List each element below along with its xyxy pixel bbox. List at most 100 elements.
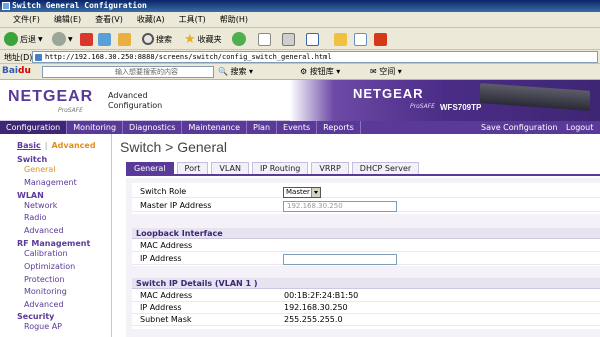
nav-monitoring[interactable]: Monitoring bbox=[67, 121, 124, 134]
media-icon[interactable] bbox=[232, 32, 246, 46]
tab-ip-routing[interactable]: IP Routing bbox=[251, 162, 309, 174]
loopback-ip-row: IP Address bbox=[132, 253, 600, 265]
banner-logo: NETGEAR bbox=[353, 86, 424, 101]
back-button[interactable]: 后退 ▼ bbox=[4, 31, 43, 47]
folder-icon[interactable] bbox=[334, 33, 347, 46]
baidu-search-input[interactable]: 输入想要搜索的内容 bbox=[42, 66, 214, 78]
forward-button[interactable]: ▼ bbox=[52, 31, 73, 47]
leftnav-item-optimization[interactable]: Optimization bbox=[24, 262, 75, 271]
leftnav-item-rf-advanced[interactable]: Advanced bbox=[24, 300, 64, 309]
switch-role-select[interactable]: Master bbox=[283, 187, 321, 198]
loopback-mac-row: MAC Address bbox=[132, 240, 600, 252]
chevron-down-icon[interactable] bbox=[311, 188, 320, 197]
leftnav-item-calibration[interactable]: Calibration bbox=[24, 249, 68, 258]
search-button[interactable]: 搜索 bbox=[142, 31, 172, 47]
search-icon bbox=[142, 33, 154, 45]
loopback-ip-input[interactable] bbox=[283, 254, 397, 265]
menu-bar: 文件(F) 编辑(E) 查看(V) 收藏(A) 工具(T) 帮助(H) bbox=[0, 12, 600, 28]
leftnav-item-network[interactable]: Network bbox=[24, 201, 57, 210]
home-icon[interactable] bbox=[118, 33, 131, 46]
subnet-mask-row: Subnet Mask 255.255.255.0 bbox=[132, 314, 600, 326]
page-title: Switch > General bbox=[120, 139, 227, 155]
ie-window-icon bbox=[2, 2, 10, 10]
menu-tools[interactable]: 工具(T) bbox=[172, 14, 213, 25]
switch-ip-header: Switch IP Details (VLAN 1 ) bbox=[132, 278, 600, 289]
switch-mac-label: MAC Address bbox=[140, 291, 193, 300]
forward-dropdown-icon[interactable]: ▼ bbox=[68, 36, 73, 43]
device-image bbox=[480, 83, 590, 111]
leftnav-item-radio[interactable]: Radio bbox=[24, 213, 46, 222]
nav-maintenance[interactable]: Maintenance bbox=[182, 121, 247, 134]
baidu-ie-button[interactable]: ⚙ 按钮库 ▾ bbox=[300, 66, 340, 78]
browser-toolbar: 后退 ▼ ▼ 搜索 ★ 收藏夹 bbox=[0, 28, 600, 50]
back-dropdown-icon[interactable]: ▼ bbox=[38, 36, 43, 43]
nav-configuration[interactable]: Configuration bbox=[0, 121, 68, 134]
tab-dhcp-server[interactable]: DHCP Server bbox=[351, 162, 420, 174]
master-ip-input[interactable]: 192.168.30.250 bbox=[283, 201, 397, 212]
leftnav-item-rogue-ap[interactable]: Rogue AP bbox=[24, 322, 62, 331]
forward-arrow-icon bbox=[52, 32, 66, 46]
master-ip-label: Master IP Address bbox=[140, 201, 212, 210]
banner-prosafe: ProSAFE bbox=[410, 103, 435, 110]
nav-reports[interactable]: Reports bbox=[317, 121, 361, 134]
window-title-bar: Switch General Configuration bbox=[0, 0, 600, 12]
switch-mac-value: 00:1B:2F:24:B1:50 bbox=[284, 291, 359, 300]
menu-favorites[interactable]: 收藏(A) bbox=[130, 14, 172, 25]
leftnav-item-protection[interactable]: Protection bbox=[24, 275, 64, 284]
tab-vlan[interactable]: VLAN bbox=[211, 162, 249, 174]
baidu-search-button[interactable]: 🔍 搜索 ▾ bbox=[218, 66, 253, 78]
leftnav-item-general[interactable]: General bbox=[24, 165, 56, 174]
refresh-icon[interactable] bbox=[98, 33, 111, 46]
loopback-mac-label: MAC Address bbox=[140, 241, 193, 250]
advanced-mode-link[interactable]: Advanced bbox=[51, 141, 95, 150]
switch-mac-row: MAC Address 00:1B:2F:24:B1:50 bbox=[132, 290, 600, 302]
address-bar: 地址(D) http://192.168.30.250:8888/screens… bbox=[0, 50, 600, 64]
basic-mode-link[interactable]: Basic bbox=[17, 141, 41, 150]
subnet-mask-value: 255.255.255.0 bbox=[284, 315, 343, 324]
leftnav-item-monitoring[interactable]: Monitoring bbox=[24, 287, 67, 296]
tab-vrrp[interactable]: VRRP bbox=[311, 162, 349, 174]
nav-events[interactable]: Events bbox=[277, 121, 318, 134]
nav-plan[interactable]: Plan bbox=[247, 121, 278, 134]
app-title: Advanced Configuration bbox=[108, 91, 163, 110]
edit-icon[interactable] bbox=[306, 33, 319, 46]
stop-icon[interactable] bbox=[80, 33, 93, 46]
switch-ip-value: 192.168.30.250 bbox=[284, 303, 348, 312]
favorites-star-icon: ★ bbox=[184, 31, 196, 47]
loopback-ip-label: IP Address bbox=[140, 254, 182, 263]
section-switch: Switch bbox=[17, 155, 48, 164]
toolbar-addon-icon[interactable] bbox=[374, 33, 387, 46]
messenger-icon[interactable] bbox=[354, 33, 367, 46]
loopback-group: Loopback Interface MAC Address IP Addres… bbox=[132, 228, 600, 266]
section-rf-management: RF Management bbox=[17, 239, 91, 248]
logout-button[interactable]: Logout bbox=[566, 121, 593, 134]
switch-ip-group: Switch IP Details (VLAN 1 ) MAC Address … bbox=[132, 278, 600, 329]
address-input[interactable]: http://192.168.30.250:8888/screens/switc… bbox=[32, 51, 598, 63]
nav-diagnostics[interactable]: Diagnostics bbox=[123, 121, 183, 134]
menu-view[interactable]: 查看(V) bbox=[88, 14, 130, 25]
tab-general[interactable]: General bbox=[126, 162, 174, 174]
tab-port[interactable]: Port bbox=[176, 162, 209, 174]
master-ip-row: Master IP Address 192.168.30.250 bbox=[132, 200, 600, 212]
menu-help[interactable]: 帮助(H) bbox=[213, 14, 255, 25]
save-configuration-button[interactable]: Save Configuration bbox=[481, 121, 557, 134]
print-icon[interactable] bbox=[282, 33, 295, 46]
menu-file[interactable]: 文件(F) bbox=[6, 14, 47, 25]
netgear-logo: NETGEAR bbox=[8, 88, 94, 105]
leftnav-item-management[interactable]: Management bbox=[24, 178, 77, 187]
tab-underline bbox=[126, 174, 600, 176]
settings-panel: Switch Role Master Master IP Address 192… bbox=[126, 178, 600, 337]
favorites-button[interactable]: ★ 收藏夹 bbox=[184, 31, 222, 47]
content-area: Switch > General General Port VLAN IP Ro… bbox=[113, 134, 600, 337]
window-title: Switch General Configuration bbox=[12, 1, 147, 10]
leftnav-item-wlan-advanced[interactable]: Advanced bbox=[24, 226, 64, 235]
menu-edit[interactable]: 编辑(E) bbox=[47, 14, 88, 25]
model-name: WFS709TP bbox=[440, 103, 482, 112]
loopback-header: Loopback Interface bbox=[132, 228, 600, 239]
baidu-toolbar: Baidu 输入想要搜索的内容 🔍 搜索 ▾ ⚙ 按钮库 ▾ ✉ 空间 ▾ bbox=[0, 64, 600, 80]
baidu-space-button[interactable]: ✉ 空间 ▾ bbox=[370, 66, 402, 78]
mail-icon[interactable] bbox=[258, 33, 271, 46]
baidu-logo[interactable]: Baidu bbox=[2, 66, 31, 76]
back-arrow-icon bbox=[4, 32, 18, 46]
switch-ip-label: IP Address bbox=[140, 303, 182, 312]
